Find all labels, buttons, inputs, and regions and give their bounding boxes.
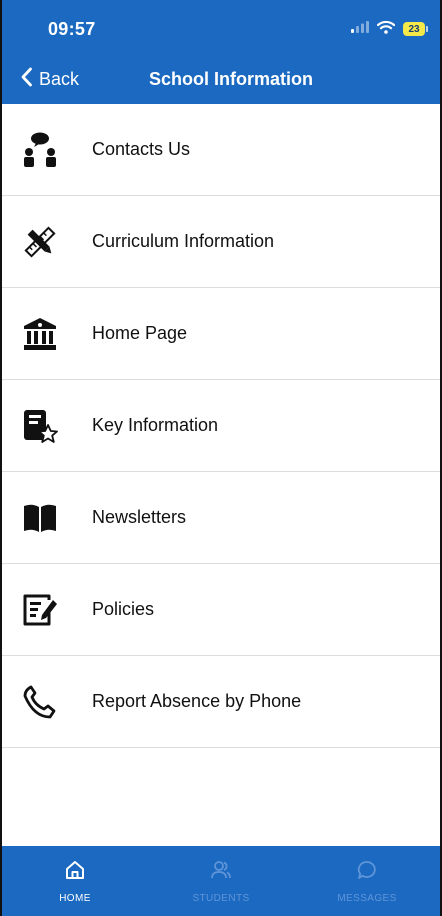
info-list: Contacts Us Curriculum Information Home …: [2, 104, 440, 748]
tab-messages[interactable]: MESSAGES: [294, 846, 440, 916]
page-title: School Information: [149, 69, 313, 89]
status-icons: 23: [351, 19, 428, 39]
building-icon: [2, 288, 92, 380]
battery-icon: 23: [403, 22, 428, 36]
tab-label: MESSAGES: [337, 893, 397, 904]
tab-bar: HOME STUDENTS MESSAGES: [2, 846, 440, 916]
tab-students[interactable]: STUDENTS: [148, 846, 294, 916]
list-item-contacts[interactable]: Contacts Us: [2, 104, 440, 196]
nav-bar: Back School Information: [2, 58, 440, 104]
item-label: Key Information: [92, 415, 219, 435]
list-item-policies[interactable]: Policies: [2, 564, 440, 656]
contacts-icon: [2, 104, 92, 196]
ruler-pencil-icon: [2, 196, 92, 288]
list-item-report-absence[interactable]: Report Absence by Phone: [2, 656, 440, 748]
app-screen: 09:57 23 Back School Information Contact…: [0, 0, 442, 916]
status-time: 09:57: [48, 19, 96, 39]
book-star-icon: [2, 380, 92, 472]
open-book-icon: [2, 472, 92, 564]
signal-icon: [351, 20, 369, 38]
list-item-home-page[interactable]: Home Page: [2, 288, 440, 380]
list-item-key-information[interactable]: Key Information: [2, 380, 440, 472]
battery-level: 23: [403, 22, 425, 36]
list-item-curriculum[interactable]: Curriculum Information: [2, 196, 440, 288]
phone-icon: [2, 656, 92, 748]
chat-bubble-icon: [356, 860, 378, 885]
list-item-newsletters[interactable]: Newsletters: [2, 472, 440, 564]
home-icon: [64, 860, 86, 885]
wifi-icon: [376, 20, 396, 39]
item-label: Contacts Us: [92, 139, 191, 159]
tab-home[interactable]: HOME: [2, 846, 148, 916]
item-label: Policies: [92, 599, 155, 619]
item-label: Report Absence by Phone: [92, 691, 302, 711]
item-label: Home Page: [92, 323, 188, 343]
item-label: Curriculum Information: [92, 231, 275, 251]
header: 09:57 23 Back School Information: [2, 0, 440, 104]
tab-label: STUDENTS: [192, 893, 250, 904]
students-icon: [210, 860, 232, 885]
status-bar: 09:57 23: [2, 0, 440, 58]
edit-document-icon: [2, 564, 92, 656]
item-label: Newsletters: [92, 507, 187, 527]
tab-label: HOME: [59, 893, 91, 904]
